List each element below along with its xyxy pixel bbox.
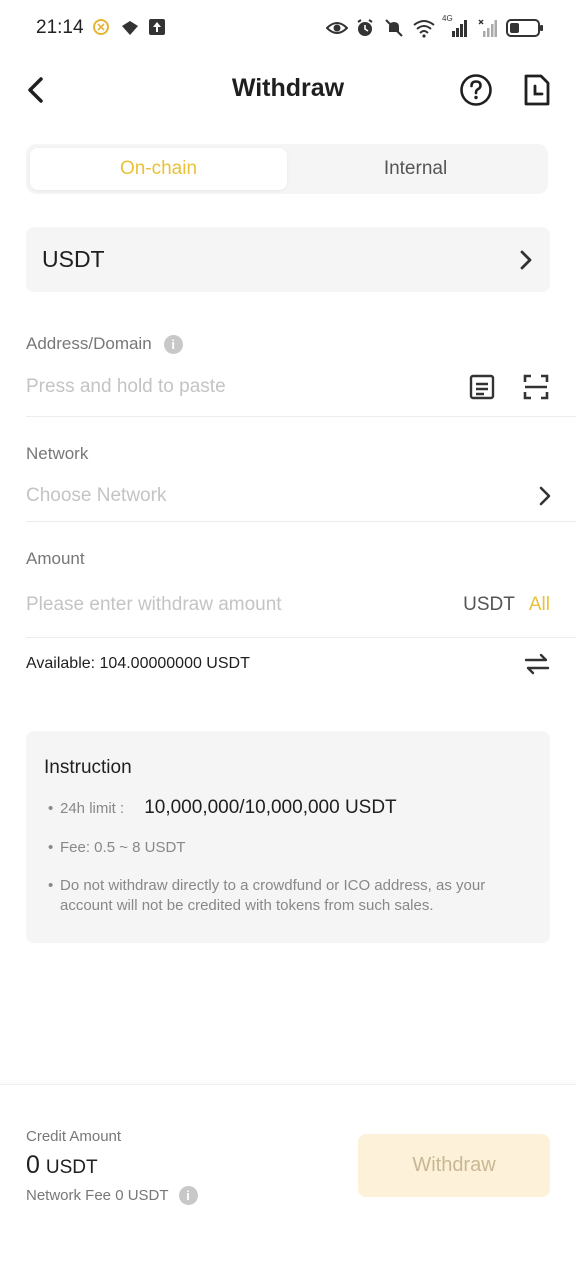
divider: [26, 637, 576, 638]
instruction-title: Instruction: [44, 757, 132, 778]
paste-icon[interactable]: [468, 373, 496, 401]
amount-label-row: Amount: [26, 549, 85, 569]
cell-signal-2-icon: [477, 18, 497, 38]
cell-signal-icon: 4G: [442, 14, 468, 38]
tab-internal[interactable]: Internal: [287, 148, 544, 190]
amount-label: Amount: [26, 549, 85, 568]
amount-input[interactable]: Please enter withdraw amount: [26, 594, 282, 616]
all-amount-button[interactable]: All: [529, 594, 550, 616]
status-time: 21:14: [36, 17, 84, 38]
fee-row: • Fee: 0.5 ~ 8 USDT: [44, 839, 532, 856]
available-balance: Available: 104.00000000 USDT: [26, 655, 250, 672]
battery-icon: [506, 19, 543, 37]
address-input[interactable]: Press and hold to paste: [26, 376, 226, 398]
credit-amount-unit: USDT: [45, 1157, 98, 1178]
swap-icon[interactable]: [524, 652, 550, 676]
address-input-row: Press and hold to paste: [26, 370, 576, 404]
help-icon: [460, 74, 492, 106]
network-label: Network: [26, 444, 89, 463]
divider: [26, 521, 576, 522]
withdraw-record-button[interactable]: [519, 72, 555, 108]
mute-icon: [384, 18, 404, 38]
available-balance-row: Available: 104.00000000 USDT: [26, 652, 550, 676]
wifi-icon: [413, 18, 435, 38]
network-label-row: Network: [26, 444, 88, 464]
limit-value: 10,000,000/10,000,000 USDT: [144, 797, 397, 818]
scan-icon[interactable]: [522, 373, 550, 401]
app-header: Withdraw: [0, 62, 576, 118]
record-icon: [524, 74, 550, 106]
amount-unit: USDT: [463, 594, 515, 615]
eye-icon: [325, 18, 349, 38]
info-icon[interactable]: i: [178, 1186, 198, 1205]
network-fee: Network Fee 0 USDT: [26, 1187, 169, 1204]
help-button[interactable]: [458, 72, 494, 108]
withdraw-type-tabs: On-chain Internal: [26, 144, 548, 194]
chevron-right-icon: [520, 250, 532, 269]
app-notification-icon: [120, 18, 140, 38]
chevron-right-icon: [539, 486, 551, 506]
status-bar: 21:14 4G: [0, 0, 576, 56]
bullet: •: [48, 839, 54, 856]
alarm-icon: [355, 18, 375, 38]
bottom-bar: Credit Amount 0 USDT Network Fee 0 USDT …: [0, 1084, 576, 1280]
network-selector[interactable]: Choose Network: [26, 479, 576, 513]
credit-amount: 0 USDT: [26, 1151, 98, 1180]
address-label: Address/Domain: [26, 334, 152, 353]
credit-amount-label: Credit Amount: [26, 1128, 122, 1145]
credit-amount-value: 0: [26, 1151, 40, 1179]
limit-row: • 24h limit : 10,000,000/10,000,000 USDT: [44, 797, 532, 819]
selected-coin: USDT: [42, 246, 105, 272]
divider: [26, 416, 576, 417]
coin-selector[interactable]: USDT: [26, 227, 550, 292]
limit-label: 24h limit :: [60, 800, 125, 817]
warning-text: Do not withdraw directly to a crowdfund …: [60, 877, 486, 914]
tab-on-chain[interactable]: On-chain: [30, 148, 287, 190]
bullet: •: [48, 877, 54, 894]
fee-text: Fee: 0.5 ~ 8 USDT: [60, 839, 186, 856]
notification-icon: [92, 18, 112, 38]
amount-input-row: Please enter withdraw amount USDT All: [26, 588, 576, 622]
withdraw-button[interactable]: Withdraw: [358, 1134, 550, 1197]
instruction-panel: Instruction • 24h limit : 10,000,000/10,…: [26, 731, 550, 943]
bullet: •: [48, 800, 54, 817]
network-fee-row: Network Fee 0 USDT i: [26, 1186, 198, 1205]
address-label-row: Address/Domain i: [26, 334, 183, 354]
network-input: Choose Network: [26, 485, 167, 506]
info-icon[interactable]: i: [163, 334, 183, 354]
warning-note: • Do not withdraw directly to a crowdfun…: [44, 876, 532, 916]
network-type-label: 4G: [442, 14, 453, 23]
upload-icon: [148, 18, 168, 38]
